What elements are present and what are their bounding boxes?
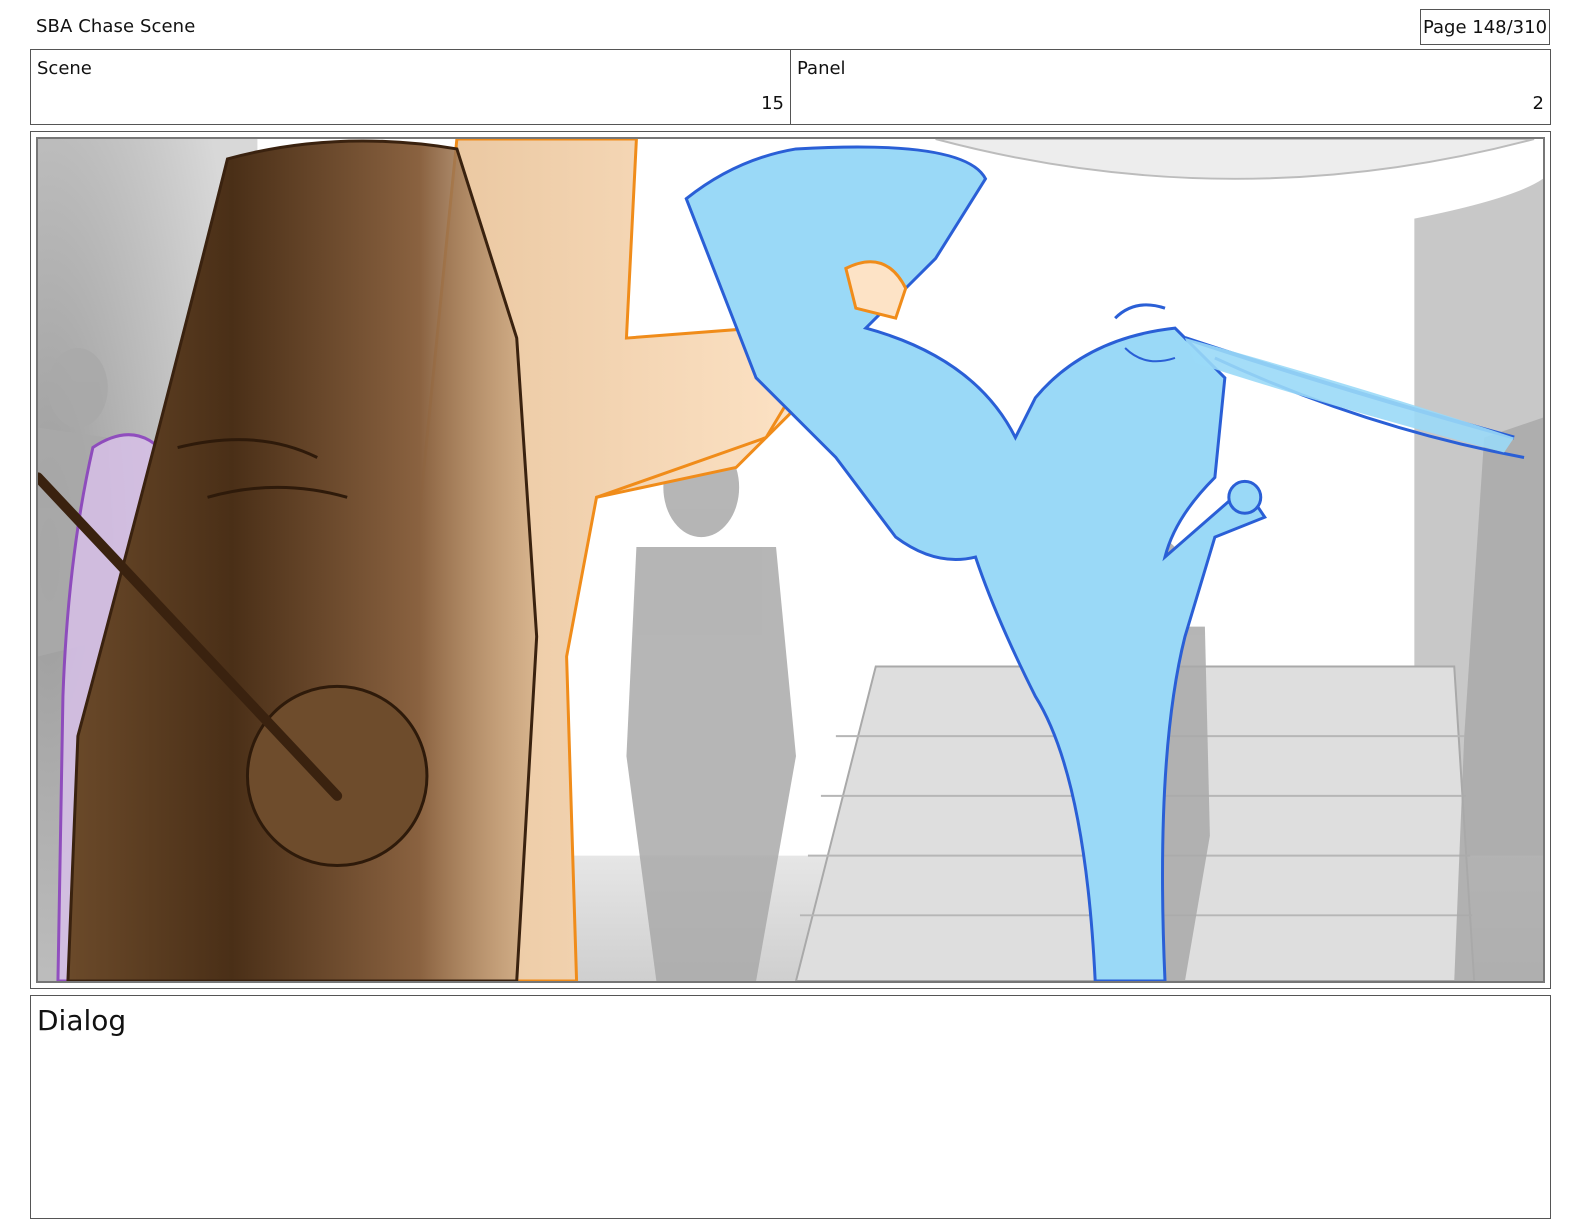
panel-label: Panel: [797, 58, 846, 79]
scene-number: 15: [761, 93, 784, 114]
panel-number: 2: [1532, 93, 1544, 114]
dialog-label: Dialog: [37, 1004, 127, 1037]
page-indicator: Page 148/310: [1420, 9, 1550, 45]
scene-cell: Scene 15: [31, 50, 790, 124]
panel-cell: Panel 2: [790, 50, 1550, 124]
document-title: SBA Chase Scene: [36, 16, 196, 37]
sketch-illustration: [38, 139, 1543, 981]
storyboard-panel-frame: [30, 131, 1551, 989]
fist: [245, 684, 429, 868]
scene-panel-info: Scene 15 Panel 2: [30, 49, 1551, 125]
dialog-box: Dialog: [30, 995, 1551, 1219]
storyboard-sketch-image: [36, 137, 1545, 983]
scene-label: Scene: [37, 58, 92, 79]
